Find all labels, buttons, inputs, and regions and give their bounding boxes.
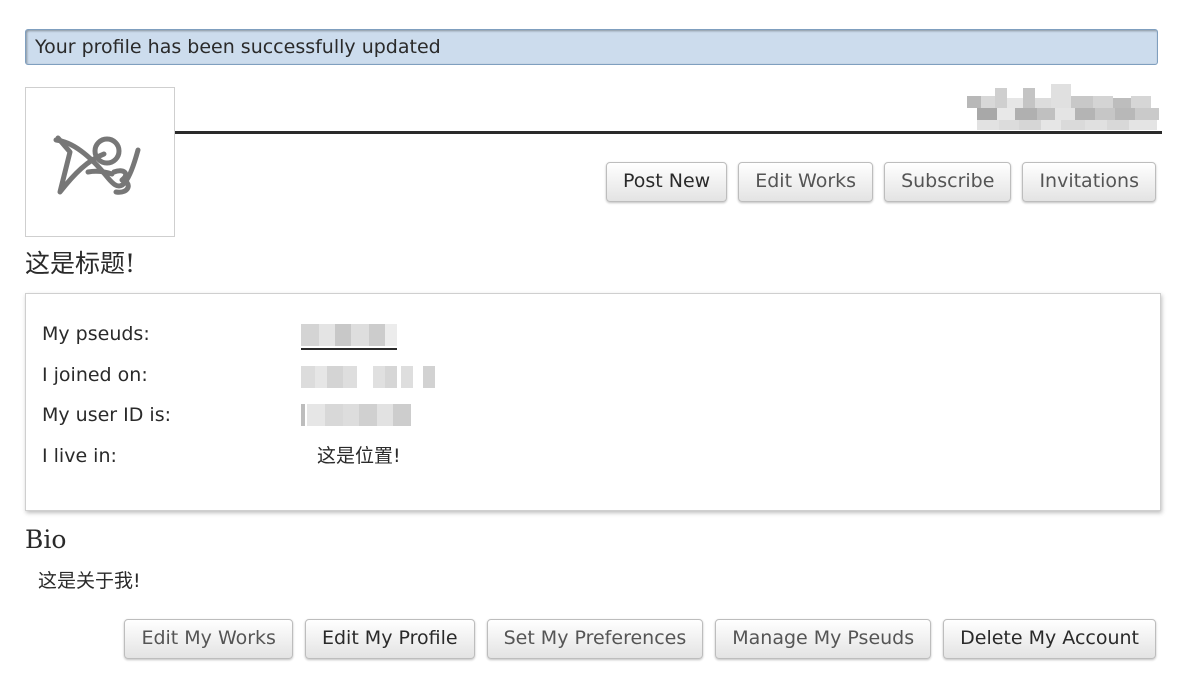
header-divider — [175, 131, 1162, 134]
edit-my-profile-button[interactable]: Edit My Profile — [304, 619, 475, 659]
meta-row-user-id: My user ID is: — [42, 401, 1142, 431]
delete-my-account-button[interactable]: Delete My Account — [943, 619, 1156, 659]
profile-meta: My pseuds: I joined on: My user ID is: I… — [25, 293, 1161, 511]
joined-label: I joined on: — [42, 364, 148, 386]
meta-row-pseuds: My pseuds: — [42, 320, 1142, 350]
joined-date-redacted — [301, 366, 436, 388]
pseud-link-redacted[interactable] — [301, 324, 401, 350]
manage-my-pseuds-button[interactable]: Manage My Pseuds — [715, 619, 932, 659]
user-avatar[interactable] — [25, 87, 175, 237]
bio-text: 这是关于我! — [38, 570, 141, 592]
edit-works-button[interactable]: Edit Works — [738, 162, 874, 202]
edit-my-works-button[interactable]: Edit My Works — [124, 619, 293, 659]
flash-notice: Your profile has been successfully updat… — [25, 29, 1158, 65]
location-value: 这是位置! — [317, 445, 401, 467]
header-navigation: Post New Edit Works Subscribe Invitation… — [605, 162, 1156, 202]
pseuds-label: My pseuds: — [42, 323, 150, 345]
invitations-button[interactable]: Invitations — [1022, 162, 1156, 202]
meta-row-joined: I joined on: — [42, 361, 1142, 391]
user-id-label: My user ID is: — [42, 404, 172, 426]
username-redacted — [965, 84, 1162, 132]
subscribe-button[interactable]: Subscribe — [884, 162, 1012, 202]
profile-title: 这是标题! — [25, 249, 136, 278]
bio-heading: Bio — [25, 525, 67, 554]
meta-row-location: I live in: 这是位置! — [42, 442, 1142, 472]
location-label: I live in: — [42, 445, 117, 467]
ao3-logo-icon — [53, 135, 141, 195]
user-id-redacted — [301, 404, 413, 426]
account-actions: Edit My Works Edit My Profile Set My Pre… — [124, 619, 1156, 659]
post-new-button[interactable]: Post New — [605, 162, 728, 202]
set-my-preferences-button[interactable]: Set My Preferences — [486, 619, 704, 659]
